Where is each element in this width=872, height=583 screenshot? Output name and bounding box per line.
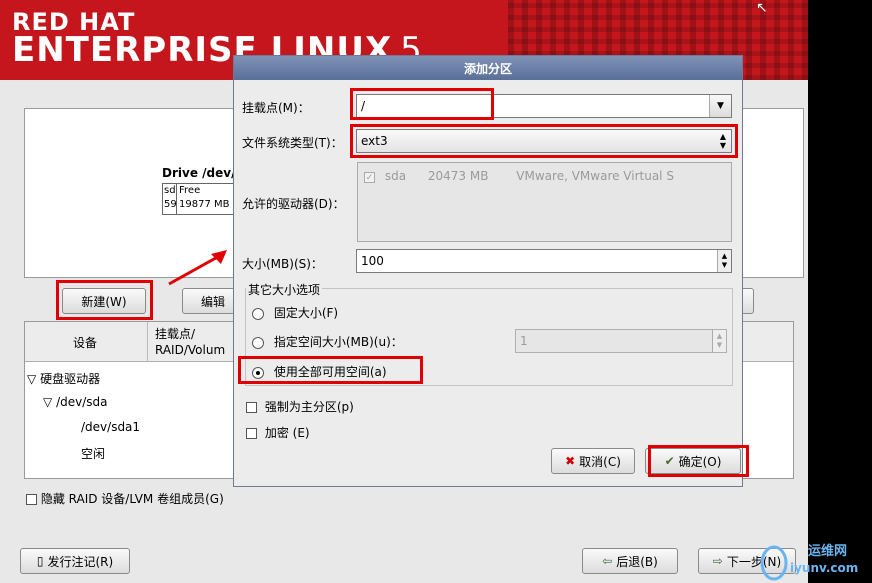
select-updown-icon: ▲ ▼	[719, 132, 727, 150]
ok-button[interactable]: ✔ 确定(O)	[645, 448, 741, 474]
encrypt-checkbox[interactable]	[246, 428, 257, 439]
col-mount[interactable]: 挂载点/RAID/Volum	[155, 322, 225, 362]
right-margin	[808, 0, 872, 583]
dropdown-arrow-icon[interactable]: ▼	[709, 95, 731, 117]
expander-down-icon[interactable]: ▽	[43, 395, 52, 409]
fstype-value: ext3	[361, 134, 388, 148]
encrypt-row[interactable]: 加密 (E)	[246, 424, 310, 441]
watermark-url: iyunv.com	[790, 561, 859, 575]
drive-segment-sda1[interactable]: sd 59	[163, 184, 177, 214]
mouse-cursor-icon: ↖	[756, 0, 768, 16]
force-primary-checkbox[interactable]	[246, 402, 257, 413]
mount-point-value[interactable]: /	[361, 99, 365, 113]
drive-checkbox-checked-icon[interactable]: ✓	[364, 172, 375, 183]
tree-row-free[interactable]: 空闲	[81, 445, 105, 462]
annotation-arrow-icon	[168, 250, 227, 286]
release-notes-button[interactable]: ▯ 发行注记(R)	[20, 548, 130, 574]
upto-value[interactable]: 1	[520, 334, 528, 348]
radio-fixed[interactable]	[252, 307, 264, 320]
expander-down-icon[interactable]: ▽	[27, 372, 36, 386]
drive-row-sda[interactable]: ✓ sda 20473 MB VMware, VMware Virtual S	[364, 169, 674, 183]
opt-fixed-row[interactable]: 固定大小(F)	[252, 304, 338, 321]
back-button[interactable]: ⇦ 后退(B)	[582, 548, 678, 574]
dialog-title: 添加分区	[234, 56, 742, 80]
size-label: 大小(MB)(S)：	[242, 257, 323, 271]
force-primary-row[interactable]: 强制为主分区(p)	[246, 398, 354, 415]
fstype-select[interactable]: ext3 ▲ ▼	[356, 129, 732, 153]
opt-upto-row[interactable]: 指定空间大小(MB)(u)：	[252, 333, 403, 350]
fstype-label: 文件系统类型(T)：	[242, 136, 343, 150]
ok-check-icon: ✔	[664, 454, 675, 468]
drive-segment-free[interactable]: Free 19877 MB	[178, 184, 238, 214]
radio-fill[interactable]	[252, 366, 264, 379]
mount-point-combo[interactable]: / ▼	[356, 94, 732, 118]
size-value[interactable]: 100	[361, 254, 384, 268]
spin-updown-icon[interactable]: ▲ ▼	[712, 330, 726, 352]
new-button[interactable]: 新建(W)	[62, 288, 146, 314]
document-icon: ▯	[36, 554, 44, 568]
spin-updown-icon[interactable]: ▲ ▼	[717, 250, 731, 272]
other-size-legend: 其它大小选项	[246, 281, 323, 298]
col-device[interactable]: 设备	[73, 322, 97, 362]
arrow-left-icon: ⇦	[602, 554, 613, 568]
hide-raid-checkbox[interactable]	[26, 494, 37, 505]
drive-title: Drive /dev/	[162, 166, 236, 180]
mount-point-label: 挂载点(M)：	[242, 101, 310, 115]
opt-fill-row[interactable]: 使用全部可用空间(a)	[252, 363, 387, 380]
upto-spinbox[interactable]: 1 ▲ ▼	[515, 329, 727, 353]
tree-row-dev-sda1[interactable]: /dev/sda1	[81, 420, 140, 434]
radio-upto[interactable]	[252, 336, 264, 349]
tree-row-dev-sda[interactable]: ▽ /dev/sda	[43, 395, 107, 409]
cancel-button[interactable]: ✖ 取消(C)	[551, 448, 635, 474]
cancel-x-icon: ✖	[565, 454, 576, 468]
drive-map: sd 59 Free 19877 MB	[162, 183, 238, 215]
size-spinbox[interactable]: 100 ▲ ▼	[356, 249, 732, 273]
arrow-right-icon: ⇨	[712, 554, 723, 568]
watermark-text: 运维网	[808, 544, 848, 559]
tree-row-hard-drives[interactable]: ▽ 硬盘驱动器	[27, 370, 100, 387]
hide-raid-row[interactable]: 隐藏 RAID 设备/LVM 卷组成员(G)	[26, 490, 224, 507]
col-divider	[147, 322, 149, 362]
allowed-drives-list[interactable]: ✓ sda 20473 MB VMware, VMware Virtual S	[357, 162, 732, 242]
allowed-drives-label: 允许的驱动器(D)：	[242, 197, 345, 211]
